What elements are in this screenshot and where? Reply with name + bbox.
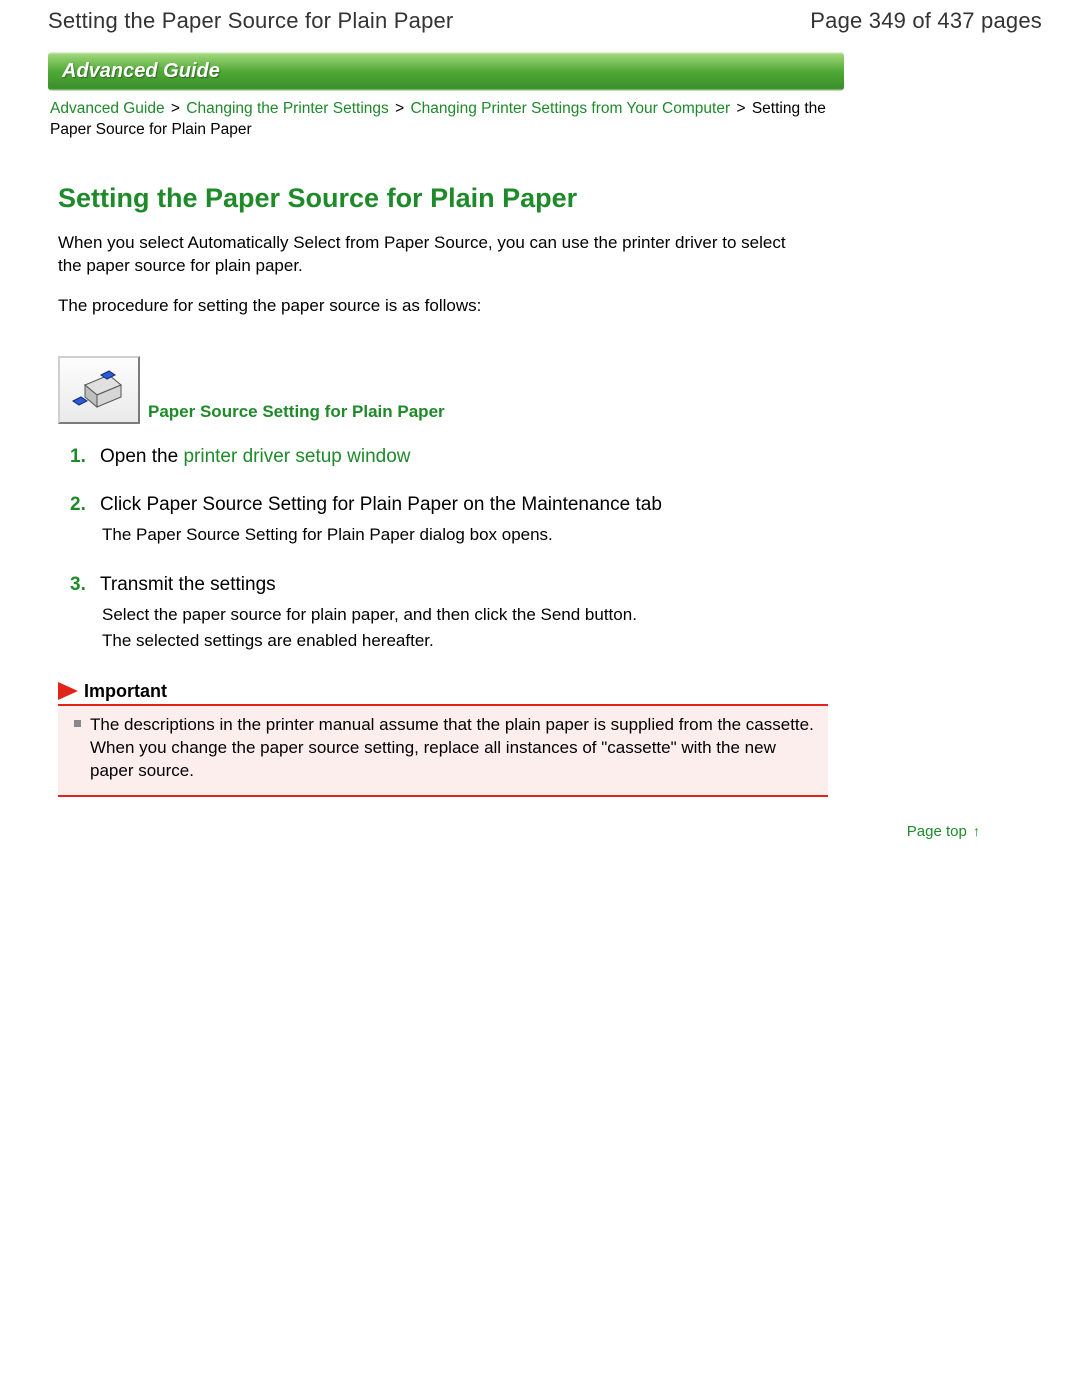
breadcrumb-separator: > — [734, 100, 747, 117]
step-body: Select the paper source for plain paper,… — [102, 602, 802, 655]
section-label: Paper Source Setting for Plain Paper — [148, 402, 445, 424]
printer-driver-setup-window-link[interactable]: printer driver setup window — [183, 446, 410, 467]
step-title: Click Paper Source Setting for Plain Pap… — [100, 494, 662, 516]
breadcrumb-separator: > — [393, 100, 406, 117]
step-number: 1 — [70, 446, 90, 468]
step-item-3: 3 Transmit the settings Select the paper… — [70, 574, 1042, 655]
important-text: The descriptions in the printer manual a… — [90, 715, 814, 780]
step-item-1: 1 Open the printer driver setup window — [70, 446, 1042, 468]
intro-paragraph-2: The procedure for setting the paper sour… — [58, 296, 1042, 316]
step-item-2: 2 Click Paper Source Setting for Plain P… — [70, 494, 1042, 548]
step-title-text: Open the — [100, 446, 183, 467]
section-header: Paper Source Setting for Plain Paper — [58, 356, 1042, 424]
breadcrumb-link-advanced-guide[interactable]: Advanced Guide — [50, 100, 165, 117]
intro-paragraph-1: When you select Automatically Select fro… — [58, 232, 798, 278]
page-top-label: Page top — [907, 823, 967, 840]
important-label: Important — [84, 681, 167, 702]
step-number: 3 — [70, 574, 90, 596]
guide-banner-label: Advanced Guide — [62, 60, 220, 82]
important-box: The descriptions in the printer manual a… — [58, 704, 828, 797]
step-body: The Paper Source Setting for Plain Paper… — [102, 522, 802, 548]
step-number: 2 — [70, 494, 90, 516]
step-title: Transmit the settings — [100, 574, 276, 596]
breadcrumb-link-changing-from-computer[interactable]: Changing Printer Settings from Your Comp… — [410, 100, 730, 117]
step-title: Open the printer driver setup window — [100, 446, 411, 468]
important-section: Important The descriptions in the printe… — [58, 681, 828, 797]
printer-paper-source-icon — [58, 356, 140, 424]
page-top-row: Page top ↑ — [48, 823, 980, 840]
page-header: Setting the Paper Source for Plain Paper… — [48, 8, 1042, 34]
breadcrumb-separator: > — [169, 100, 182, 117]
page-indicator: Page 349 of 437 pages — [810, 8, 1042, 34]
flag-icon — [58, 682, 78, 700]
up-arrow-icon: ↑ — [973, 823, 980, 839]
guide-banner: Advanced Guide — [48, 52, 844, 91]
steps-list: 1 Open the printer driver setup window 2… — [70, 446, 1042, 655]
breadcrumb-link-changing-printer-settings[interactable]: Changing the Printer Settings — [186, 100, 388, 117]
header-title: Setting the Paper Source for Plain Paper — [48, 8, 453, 34]
page-title: Setting the Paper Source for Plain Paper — [58, 183, 1042, 214]
breadcrumb: Advanced Guide > Changing the Printer Se… — [50, 99, 830, 141]
page-top-link[interactable]: Page top ↑ — [907, 823, 980, 840]
